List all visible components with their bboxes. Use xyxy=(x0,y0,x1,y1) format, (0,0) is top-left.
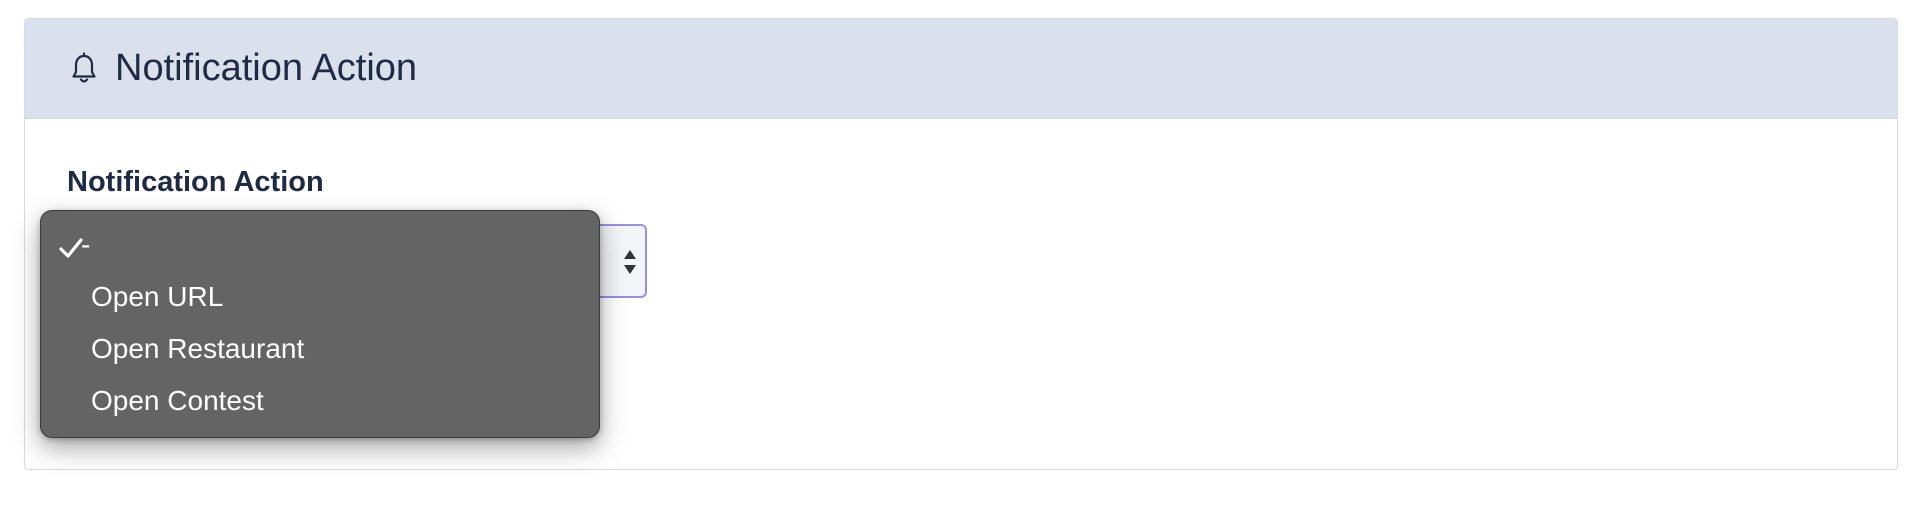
dropdown-option[interactable]: Open Restaurant xyxy=(41,323,599,375)
updown-arrows-icon xyxy=(623,246,637,278)
card-header: Notification Action xyxy=(25,19,1897,119)
dropdown-option-label: Open Restaurant xyxy=(91,333,305,364)
dropdown-option[interactable]: Open URL xyxy=(41,271,599,323)
dropdown-option[interactable]: - xyxy=(41,219,599,271)
dropdown-option-label: Open URL xyxy=(91,281,224,312)
dropdown-option-label: - xyxy=(81,229,91,260)
dropdown-option[interactable]: Open Contest xyxy=(41,375,599,427)
checkmark-icon xyxy=(59,237,83,259)
notification-action-label: Notification Action xyxy=(67,166,324,198)
bell-icon xyxy=(71,52,97,86)
notification-action-dropdown: - Open URL Open Restaurant Open Contest xyxy=(40,210,600,438)
card-title: Notification Action xyxy=(115,47,418,89)
dropdown-option-label: Open Contest xyxy=(91,385,264,416)
